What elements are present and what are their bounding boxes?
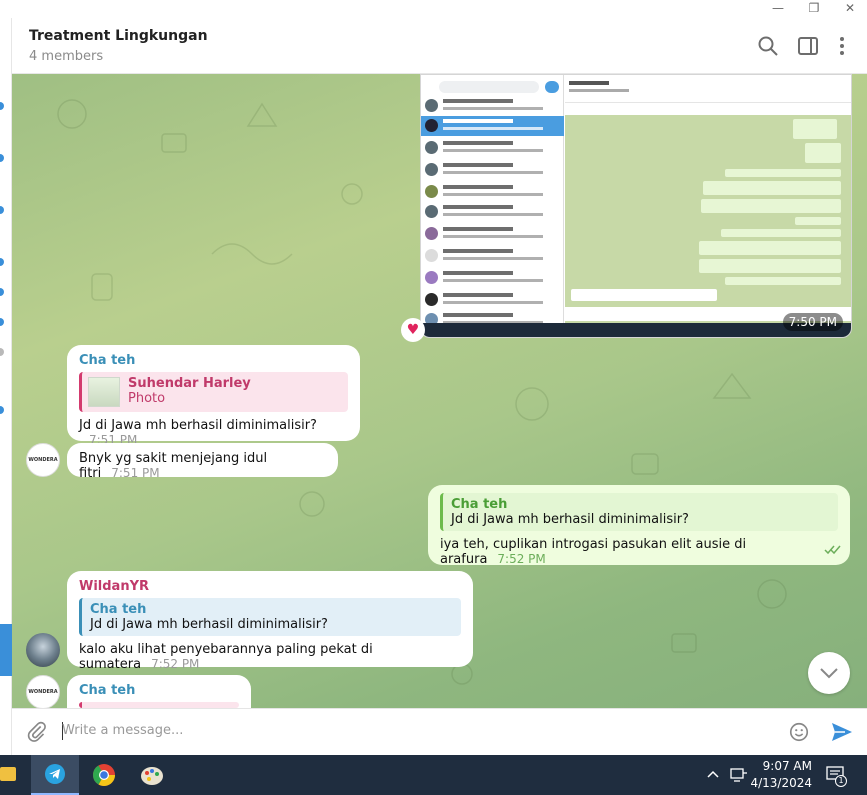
restore-icon[interactable]: ❐: [796, 0, 832, 18]
message-bubble[interactable]: Cha teh Suhendar Harley Photo Jd di Jawa…: [67, 345, 360, 447]
chevron-down-icon: [820, 668, 838, 679]
chrome-taskbar-icon[interactable]: [80, 755, 128, 795]
photo-chat-list: [421, 75, 564, 337]
clock-date: 4/13/2024: [750, 776, 812, 790]
compose-bar: Write a message...: [12, 708, 867, 755]
selected-chat-indicator: [0, 624, 12, 676]
search-icon[interactable]: [756, 34, 780, 58]
reply-text: Jd di Jawa mh berhasil diminimalisir?: [451, 512, 689, 527]
more-menu-icon[interactable]: [830, 34, 854, 58]
reply-text: Jd di Jawa mh berhasil diminimalisir?: [90, 617, 328, 632]
message-list[interactable]: 7:50 PM ♥ Cha teh Suhendar Harley Photo …: [12, 74, 867, 708]
message-time: 7:52 PM: [151, 657, 200, 671]
message-time: 7:51 PM: [111, 466, 160, 480]
attach-icon[interactable]: [26, 721, 48, 743]
reply-preview[interactable]: Cha teh Jd di Jawa mh berhasil diminimal…: [79, 598, 461, 636]
chat-list-strip[interactable]: [0, 18, 12, 755]
heart-reaction[interactable]: ♥: [401, 318, 425, 342]
clock-time: 9:07 AM: [762, 759, 812, 773]
chat-member-count: 4 members: [29, 49, 104, 64]
sender-name[interactable]: WildanYR: [79, 579, 461, 594]
read-checkmarks-icon: [824, 545, 841, 555]
send-icon[interactable]: [830, 721, 854, 743]
message-text: Bnyk yg sakit menjejang idul fitri: [79, 451, 268, 481]
telegram-taskbar-icon[interactable]: [31, 755, 79, 795]
avatar[interactable]: WONDERA: [26, 443, 60, 477]
photo-thumbnail: [88, 377, 120, 407]
avatar[interactable]: [26, 633, 60, 667]
reply-author: Suhendar Harley: [128, 376, 251, 391]
avatar[interactable]: WONDERA: [26, 675, 60, 708]
unread-dot: [0, 258, 4, 266]
reply-preview[interactable]: Cha teh Jd di Jawa mh berhasil diminimal…: [440, 493, 838, 531]
sender-name[interactable]: Cha teh: [79, 683, 239, 698]
unread-dot: [0, 318, 4, 326]
message-bubble[interactable]: Bnyk yg sakit menjejang idul fitri 7:51 P…: [67, 443, 338, 481]
unread-dot: [0, 288, 4, 296]
system-clock[interactable]: 9:07 AM 4/13/2024: [750, 758, 812, 792]
paint-taskbar-icon[interactable]: [128, 755, 176, 795]
message-input[interactable]: Write a message...: [62, 723, 183, 738]
reply-preview[interactable]: Suhendar Harley Photo: [79, 372, 348, 412]
outgoing-message-bubble[interactable]: Cha teh Jd di Jawa mh berhasil diminimal…: [428, 485, 850, 567]
message-bubble[interactable]: Cha teh: [67, 675, 251, 708]
telegram-window: — ❐ ✕ Treatment Lingkungan 4 members 7:5…: [0, 0, 867, 795]
photo-chat-view: [565, 75, 851, 337]
emoji-icon[interactable]: [788, 721, 810, 743]
reply-author: Cha teh: [90, 602, 147, 617]
network-icon[interactable]: [730, 767, 748, 783]
unread-dot: [0, 154, 4, 162]
notification-badge: 1: [835, 775, 847, 787]
chat-header[interactable]: Treatment Lingkungan 4 members: [12, 18, 867, 74]
unread-dot: [0, 206, 4, 214]
message-bubble[interactable]: WildanYR Cha teh Jd di Jawa mh berhasil …: [67, 571, 473, 672]
message-text: Jd di Jawa mh berhasil diminimalisir?: [79, 418, 317, 433]
tray-chevron-up-icon[interactable]: [706, 769, 720, 779]
scroll-to-bottom-button[interactable]: [808, 652, 850, 694]
minimize-icon[interactable]: —: [760, 0, 796, 18]
message-text: kalo aku lihat penyebarannya paling peka…: [79, 642, 373, 672]
close-icon[interactable]: ✕: [832, 0, 867, 18]
message-text: iya teh, cuplikan introgasi pasukan elit…: [440, 537, 747, 567]
window-title-bar: — ❐ ✕: [0, 0, 867, 18]
photo-timestamp: 7:50 PM: [782, 313, 843, 331]
sender-name[interactable]: Cha teh: [79, 353, 348, 368]
reply-text: Photo: [128, 391, 166, 406]
muted-dot: [0, 348, 4, 356]
reply-author: Cha teh: [451, 497, 508, 512]
screenshot-photo[interactable]: 7:50 PM: [420, 74, 852, 338]
message-time: 7:52 PM: [497, 552, 546, 566]
unread-dot: [0, 102, 4, 110]
sidebar-toggle-icon[interactable]: [796, 34, 820, 58]
os-taskbar: 9:07 AM 4/13/2024 1: [0, 755, 867, 795]
chat-title[interactable]: Treatment Lingkungan: [29, 28, 208, 44]
unread-dot: [0, 406, 4, 414]
